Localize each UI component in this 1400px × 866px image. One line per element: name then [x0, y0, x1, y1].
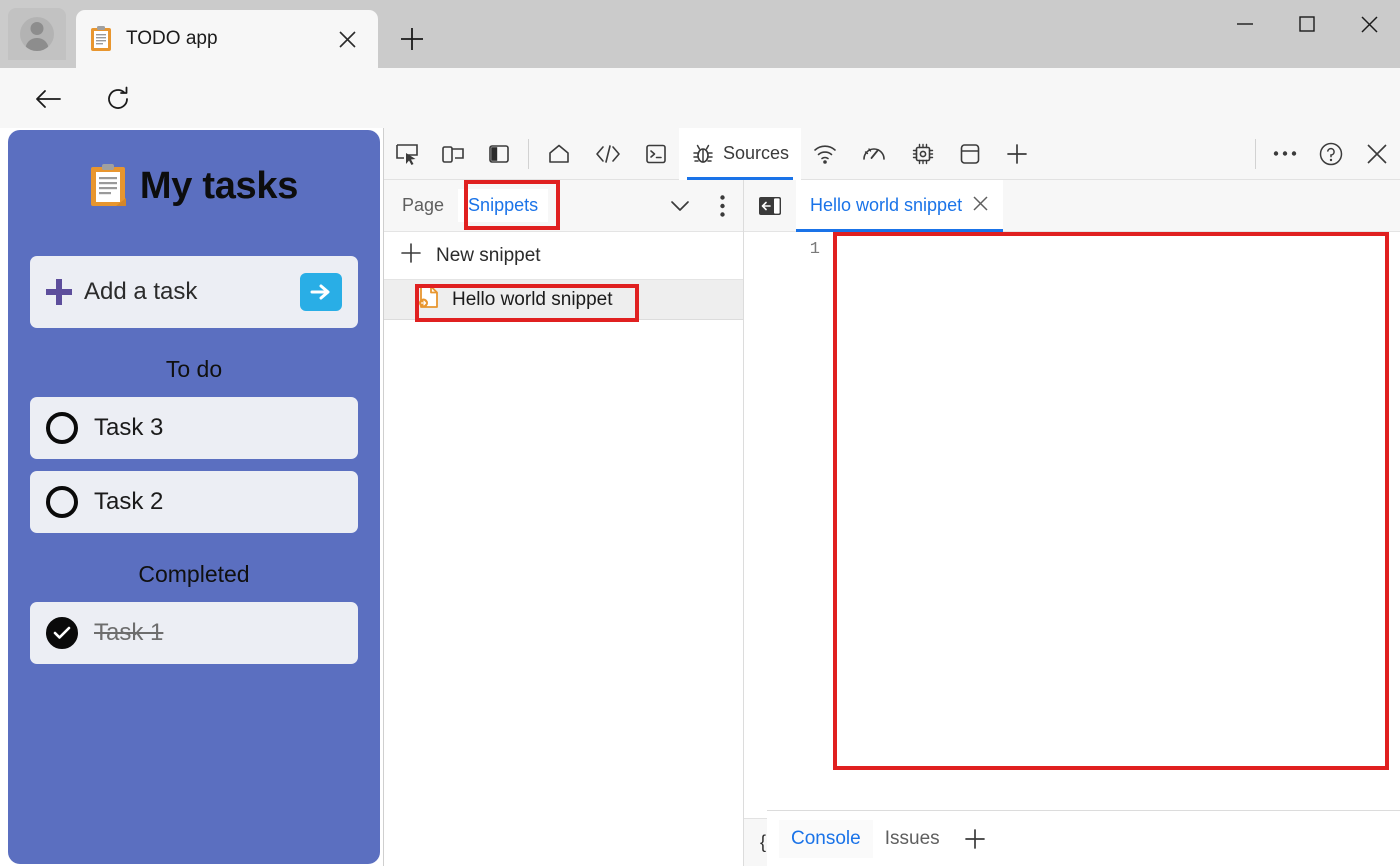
- divider: [1255, 138, 1256, 169]
- editor-pane: Hello world snippet 1 { }: [744, 179, 1400, 866]
- navigator-tabs: Page Snippets: [384, 180, 743, 232]
- todo-app: My tasks Add a task To do Task 3 Task 2 …: [8, 130, 380, 864]
- devtools-panel: Sources Page Snippets New snippet Hello …: [383, 127, 1400, 866]
- help-icon[interactable]: [1308, 132, 1354, 176]
- title-bar: TODO app: [0, 0, 1400, 68]
- task-item[interactable]: Task 1: [30, 602, 358, 664]
- chevron-down-icon[interactable]: [659, 185, 701, 227]
- tab-application[interactable]: [947, 128, 993, 180]
- snippet-name: Hello world snippet: [452, 288, 613, 310]
- tab-performance[interactable]: [849, 128, 899, 180]
- nav-tab-page[interactable]: Page: [392, 189, 454, 222]
- section-label-completed: Completed: [138, 561, 250, 587]
- maximize-icon[interactable]: [1276, 0, 1338, 48]
- close-icon[interactable]: [972, 195, 989, 217]
- code-editor[interactable]: 1: [744, 232, 1400, 818]
- new-snippet-label: New snippet: [436, 244, 541, 266]
- code-content[interactable]: [834, 232, 1400, 818]
- snippet-file-icon: [418, 285, 440, 315]
- task-checkbox-checked[interactable]: [46, 617, 78, 649]
- task-label: Task 1: [94, 619, 164, 646]
- more-options-icon[interactable]: [1262, 132, 1308, 176]
- page-viewport: My tasks Add a task To do Task 3 Task 2 …: [0, 128, 383, 866]
- clipboard-icon: [90, 164, 126, 208]
- avatar: [20, 17, 54, 51]
- new-tab-button[interactable]: [390, 18, 434, 60]
- browser-window: TODO app My tasks Add a task To do Task …: [0, 0, 1400, 866]
- task-label: Task 3: [94, 414, 164, 441]
- window-controls: [1214, 0, 1400, 48]
- tab-elements[interactable]: [583, 128, 633, 180]
- minimize-icon[interactable]: [1214, 0, 1276, 48]
- close-icon[interactable]: [330, 22, 364, 56]
- task-checkbox[interactable]: [46, 486, 78, 518]
- divider: [528, 138, 529, 169]
- elements-icon: [596, 144, 620, 163]
- devtools-drawer: Console Issues: [767, 810, 1400, 866]
- reload-icon[interactable]: [96, 78, 140, 120]
- page-title: My tasks: [139, 164, 299, 207]
- nav-tab-snippets[interactable]: Snippets: [458, 189, 549, 222]
- browser-tab[interactable]: TODO app: [76, 10, 378, 68]
- task-item[interactable]: Task 2: [30, 471, 358, 533]
- editor-tab-label: Hello world snippet: [810, 195, 963, 215]
- close-devtools-icon[interactable]: [1354, 132, 1400, 176]
- tab-network[interactable]: [801, 128, 849, 180]
- close-icon[interactable]: [1338, 0, 1400, 48]
- tab-title: TODO app: [126, 28, 218, 49]
- sources-panel: Page Snippets New snippet Hello world sn…: [384, 179, 1400, 866]
- todo-header: My tasks: [8, 130, 380, 208]
- nav-tab-snippets-wrapper: Snippets: [454, 185, 552, 226]
- task-checkbox[interactable]: [46, 412, 78, 444]
- inspect-element-icon[interactable]: [384, 132, 430, 176]
- drawer-tab-issues[interactable]: Issues: [873, 820, 952, 858]
- profile-button[interactable]: [8, 8, 66, 60]
- plus-icon: [46, 279, 72, 305]
- sources-bug-icon: [693, 144, 713, 163]
- drawer-tab-console[interactable]: Console: [779, 819, 873, 858]
- console-icon: [646, 144, 666, 163]
- kebab-menu-icon[interactable]: [701, 185, 743, 227]
- navigation-bar: https://microsoftedge.github.io/Demos/de…: [0, 68, 1400, 190]
- add-task-row[interactable]: Add a task: [30, 256, 358, 328]
- section-label-todo: To do: [165, 356, 223, 382]
- devtools-toolbar: Sources: [384, 127, 1400, 180]
- clipboard-icon: [90, 26, 112, 52]
- add-task-input[interactable]: Add a task: [84, 278, 300, 306]
- memory-icon: [912, 143, 934, 164]
- editor-open-tab[interactable]: Hello world snippet: [796, 179, 1004, 232]
- task-label: Task 2: [94, 488, 164, 515]
- show-navigator-icon[interactable]: [744, 180, 796, 232]
- line-number: 1: [809, 240, 820, 259]
- dock-side-icon[interactable]: [476, 132, 522, 176]
- navigator-actions: [659, 185, 743, 227]
- task-item[interactable]: Task 3: [30, 397, 358, 459]
- back-arrow-icon[interactable]: [26, 78, 70, 120]
- more-tabs-plus-icon[interactable]: [993, 128, 1041, 180]
- new-snippet-button[interactable]: New snippet: [384, 232, 743, 280]
- line-number-gutter: 1: [744, 232, 834, 818]
- editor-tab-bar: Hello world snippet: [744, 179, 1400, 232]
- performance-icon: [863, 147, 885, 160]
- tab-home[interactable]: [535, 128, 583, 180]
- tab-sources[interactable]: Sources: [679, 127, 802, 180]
- network-icon: [814, 144, 836, 164]
- plus-icon: [400, 242, 422, 270]
- snippet-list-item[interactable]: Hello world snippet: [384, 280, 743, 320]
- arrow-right-icon[interactable]: [300, 273, 342, 311]
- application-icon: [960, 143, 980, 164]
- tab-label: Sources: [723, 143, 790, 163]
- device-emulation-icon[interactable]: [430, 132, 476, 176]
- plus-icon[interactable]: [952, 817, 998, 861]
- tab-memory[interactable]: [899, 128, 947, 180]
- devtools-right-controls: [1249, 132, 1400, 176]
- home-icon: [549, 144, 569, 163]
- navigator-pane: Page Snippets New snippet Hello world sn…: [384, 180, 744, 866]
- tab-console[interactable]: [633, 128, 679, 180]
